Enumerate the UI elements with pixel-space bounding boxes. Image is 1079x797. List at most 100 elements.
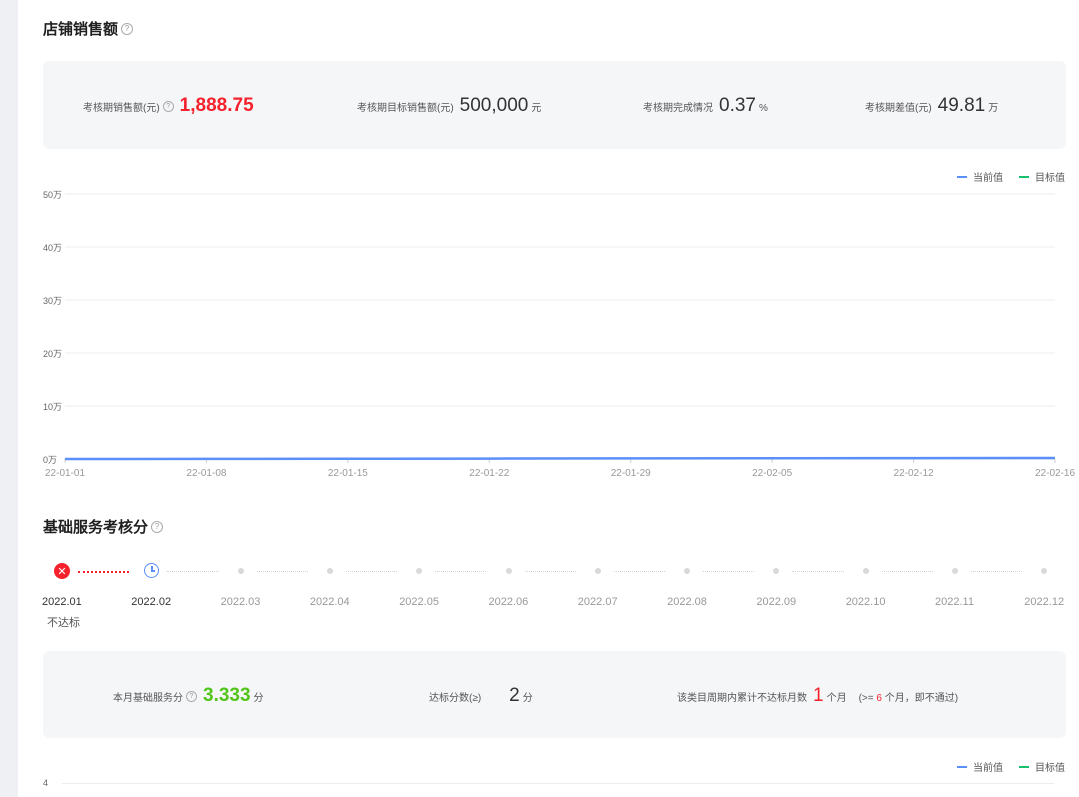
pass-score-unit: 分: [522, 693, 533, 704]
service-score-unit: 分: [253, 693, 264, 704]
timeline-connector: [613, 571, 666, 572]
period-sales-value: 1,888.75: [179, 95, 254, 116]
left-rail: [0, 0, 18, 797]
help-icon[interactable]: ?: [151, 520, 164, 533]
legend-swatch-current: [957, 765, 967, 768]
completion-unit: %: [758, 103, 768, 114]
legend-swatch-target: [1019, 175, 1029, 178]
gap-label: 考核期差值(元): [865, 103, 932, 114]
legend-label-target: 目标值: [1035, 173, 1065, 184]
y-tick-label: 20万: [43, 349, 62, 359]
gap-value: 49.81: [937, 95, 986, 116]
x-tick-label: 22-01-01: [45, 468, 85, 479]
timeline-month-label[interactable]: 2022.05: [399, 596, 439, 608]
legend-swatch-target: [1019, 765, 1029, 768]
pending-month-dot: [505, 568, 512, 574]
fail-status-icon: ✕: [54, 563, 70, 579]
fail-months-stat: 该类目周期内累计不达标月数 1 个月 (>= 6 个月，即不通过): [677, 685, 958, 707]
y-tick-label: 50万: [43, 190, 62, 200]
help-icon[interactable]: ?: [162, 101, 174, 112]
pending-month-dot: [237, 568, 244, 574]
legend-item-target[interactable]: 目标值: [1019, 169, 1065, 184]
service-chart-legend: 当前值 目标值: [941, 759, 1065, 774]
period-sales-label: 考核期销售额(元) ?: [83, 99, 174, 114]
timeline-month-label[interactable]: 2022.07: [578, 596, 618, 608]
service-section-title: 基础服务考核分 ?: [43, 516, 164, 537]
legend-label-target: 目标值: [1035, 763, 1065, 774]
help-icon[interactable]: ?: [121, 22, 134, 35]
completion-stat: 考核期完成情况 0.37 %: [643, 95, 768, 117]
x-tick-label: 22-02-12: [894, 468, 934, 479]
x-tick-label: 22-01-29: [611, 468, 651, 479]
pending-month-dot: [684, 568, 691, 574]
fail-rule-prefix: (>=: [858, 693, 874, 704]
timeline-month-label[interactable]: 2022.12: [1024, 596, 1064, 608]
timeline-connector: [703, 571, 755, 572]
y-tick-label: 0万: [43, 455, 57, 465]
sales-chart-legend: 当前值 目标值: [941, 169, 1065, 184]
x-tick-label: 22-01-08: [186, 468, 226, 479]
fail-rule-suffix: 个月，即不通过): [884, 693, 959, 704]
timeline-connector: [971, 571, 1023, 572]
timeline-month-label[interactable]: 2022.04: [310, 596, 350, 608]
timeline-month-label[interactable]: 2022.02: [131, 596, 171, 608]
timeline-month-label[interactable]: 2022.08: [667, 596, 707, 608]
service-chart-gridline: [62, 783, 1054, 784]
fail-months-label: 该类目周期内累计不达标月数: [677, 693, 807, 704]
x-tick-label: 22-01-22: [469, 468, 509, 479]
pass-score-value: 2: [509, 685, 520, 706]
service-summary-card: 本月基础服务分 ? 3.333 分 达标分数(≥) 2 分 该类目周期内累计不达…: [43, 651, 1066, 738]
timeline-month-label[interactable]: 2022.01: [42, 596, 82, 608]
legend-item-current[interactable]: 当前值: [957, 759, 1003, 774]
fail-months-value: 1: [813, 685, 824, 706]
help-icon[interactable]: ?: [186, 691, 197, 702]
pending-month-dot: [326, 568, 333, 574]
timeline-month-label[interactable]: 2022.09: [756, 596, 796, 608]
service-score-label: 本月基础服务分 ?: [113, 689, 197, 704]
timeline-connector: [256, 571, 308, 572]
legend-label-current: 当前值: [973, 173, 1003, 184]
x-tick-label: 22-01-15: [328, 468, 368, 479]
timeline-month-label[interactable]: 2022.06: [489, 596, 529, 608]
y-tick-label: 30万: [43, 296, 62, 306]
clock-icon: [144, 563, 160, 578]
timeline-connector: [881, 571, 933, 572]
timeline-month-label[interactable]: 2022.03: [221, 596, 261, 608]
pass-score-label: 达标分数(≥): [429, 693, 482, 704]
gap-unit: 万: [988, 103, 999, 114]
target-sales-label: 考核期目标销售额(元): [357, 103, 454, 114]
current-value-line: [64, 456, 1056, 461]
service-score-value: 3.333: [203, 685, 251, 706]
service-score-stat: 本月基础服务分 ? 3.333 分: [113, 685, 264, 707]
period-sales-stat: 考核期销售额(元) ? 1,888.75: [83, 95, 254, 117]
target-sales-value: 500,000: [459, 95, 529, 116]
timeline-connector: [345, 571, 398, 572]
fail-months-unit: 个月: [826, 693, 847, 704]
pending-month-dot: [416, 568, 423, 574]
service-title-text: 基础服务考核分: [43, 519, 149, 536]
timeline-connector: [78, 571, 130, 573]
pass-score-stat: 达标分数(≥) 2 分: [429, 685, 533, 707]
legend-item-current[interactable]: 当前值: [957, 169, 1003, 184]
pending-month-dot: [594, 568, 601, 574]
fail-rule-num: 6: [876, 693, 882, 704]
target-sales-stat: 考核期目标销售额(元) 500,000 元: [357, 95, 541, 117]
timeline-month-label[interactable]: 2022.10: [846, 596, 886, 608]
x-tick-label: 22-02-16: [1035, 468, 1075, 479]
pending-month-dot: [773, 568, 780, 574]
pending-month-dot: [952, 568, 958, 574]
completion-value: 0.37: [719, 95, 756, 116]
legend-item-target[interactable]: 目标值: [1019, 759, 1065, 774]
sales-section-title: 店铺销售额 ?: [43, 18, 134, 39]
gap-stat: 考核期差值(元) 49.81 万: [865, 95, 998, 117]
timeline-connector: [167, 571, 219, 572]
service-y-tick: 4: [43, 778, 49, 788]
completion-label: 考核期完成情况: [643, 103, 713, 114]
sales-summary-card: 考核期销售额(元) ? 1,888.75 考核期目标销售额(元) 500,000…: [43, 61, 1066, 149]
y-tick-label: 40万: [43, 243, 62, 253]
pending-month-dot: [1041, 568, 1048, 574]
timeline-month-label[interactable]: 2022.11: [935, 596, 974, 608]
timeline-connector: [792, 571, 844, 572]
month-status-label: 不达标: [47, 617, 80, 629]
timeline-connector: [524, 571, 576, 572]
